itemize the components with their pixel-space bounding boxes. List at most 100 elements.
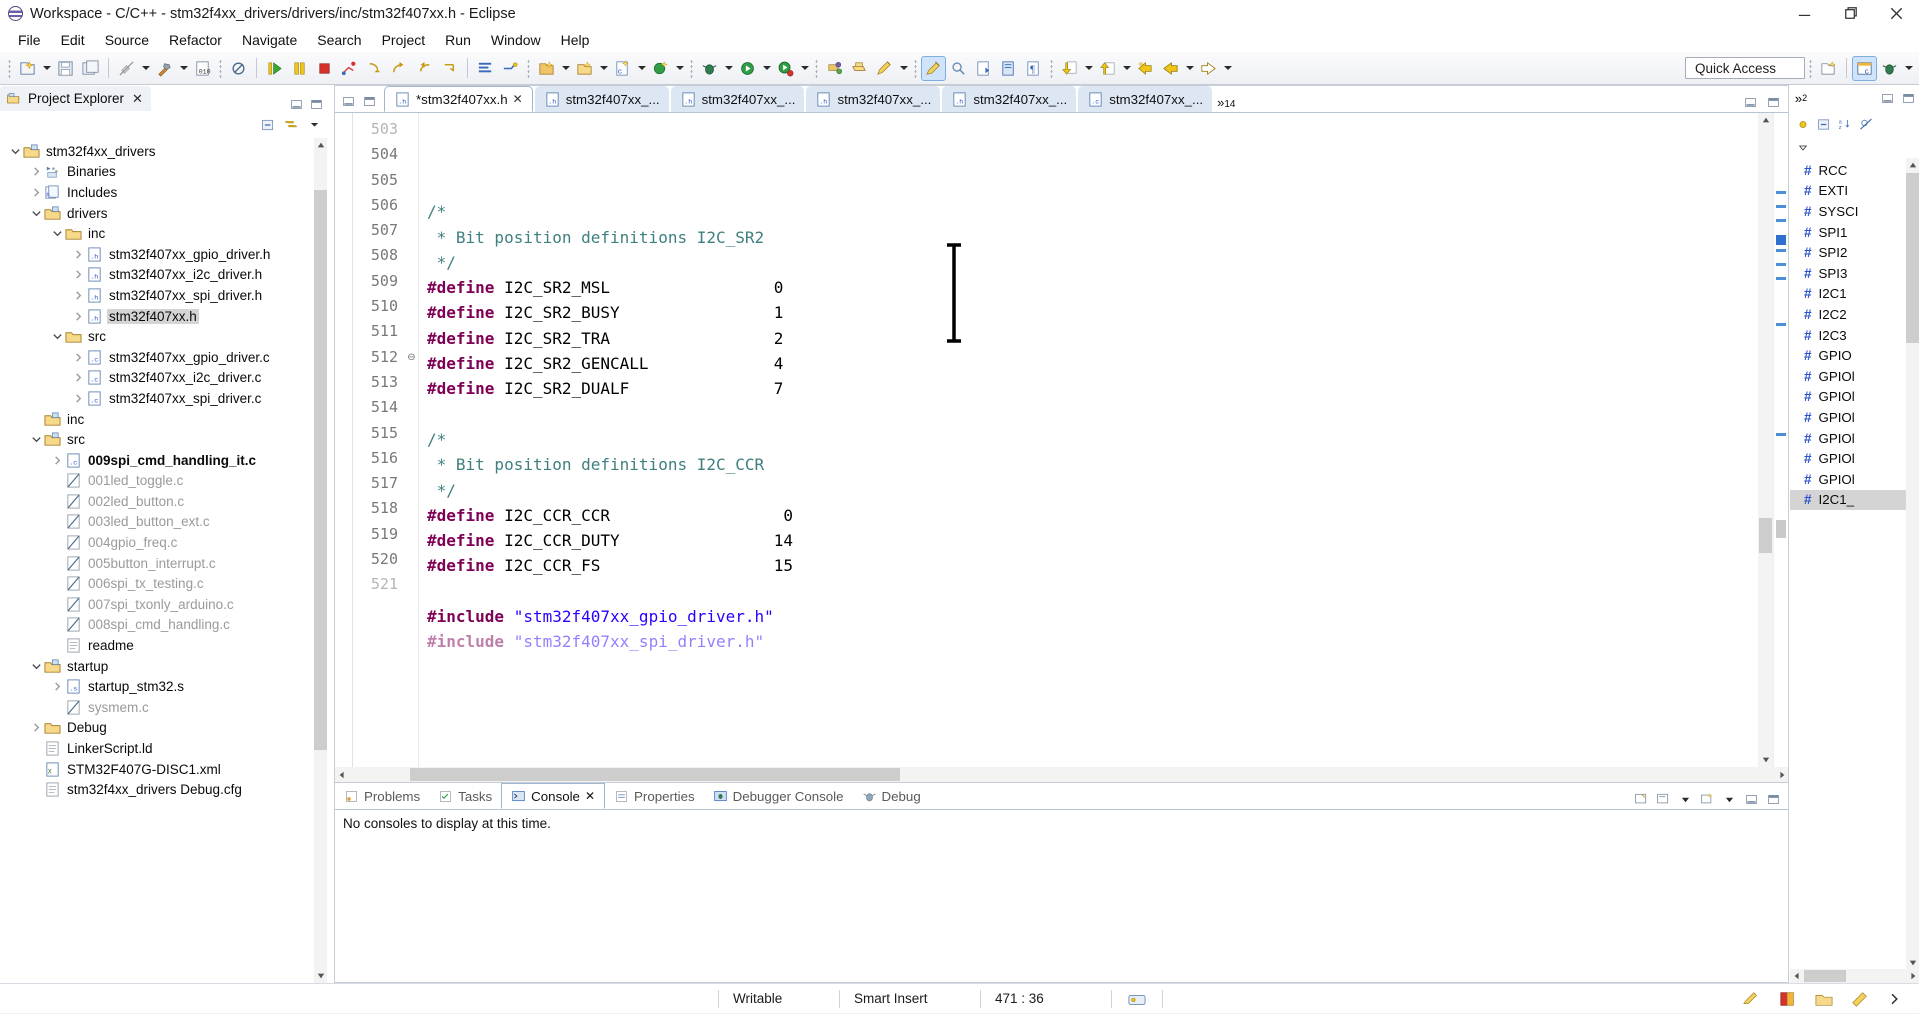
marker-icon[interactable] xyxy=(921,55,946,81)
new-folder-icon[interactable] xyxy=(572,56,597,81)
run-external-icon[interactable] xyxy=(773,56,798,81)
chevron-right-icon[interactable] xyxy=(71,249,86,260)
tree-item[interactable]: .h stm32f407xx_i2c_driver.h xyxy=(0,265,329,286)
editor-scroll-down-icon[interactable] xyxy=(1758,753,1773,767)
console-tab[interactable]: Debug xyxy=(853,783,930,809)
new-source-dropdown-icon[interactable] xyxy=(673,56,686,80)
outline-item[interactable]: # GPIOl xyxy=(1790,407,1919,428)
tab-project-explorer[interactable]: Project Explorer ✕ xyxy=(0,86,151,111)
tree-item[interactable]: LinkerScript.ld xyxy=(0,738,329,759)
outline-scroll-up-icon[interactable] xyxy=(1906,158,1919,171)
chevron-down-icon[interactable] xyxy=(29,661,44,672)
build-hammer-dropdown-icon[interactable] xyxy=(177,56,190,80)
minimize-button[interactable] xyxy=(1781,0,1827,28)
outline-item[interactable]: # I2C2 xyxy=(1790,304,1919,325)
save-all-icon[interactable] xyxy=(78,56,103,81)
tree-item[interactable]: 008spi_cmd_handling.c xyxy=(0,615,329,636)
new-wizard-dropdown-icon[interactable] xyxy=(40,56,53,80)
editor-marker-ruler[interactable] xyxy=(335,113,353,767)
tree-item[interactable]: 001led_toggle.c xyxy=(0,471,329,492)
save-icon[interactable] xyxy=(53,56,78,81)
align-icon[interactable] xyxy=(473,56,498,81)
terminate-icon[interactable] xyxy=(312,56,337,81)
outline-vertical-scrollbar[interactable] xyxy=(1906,158,1919,969)
tree-item[interactable]: readme xyxy=(0,635,329,656)
toolbar-grip-6[interactable] xyxy=(912,58,919,78)
chevron-down-icon[interactable] xyxy=(8,146,23,157)
debug-dropdown-icon[interactable] xyxy=(722,56,735,80)
project-tree[interactable]: stm32f4xx_drivers Binaries h Includes driver… xyxy=(0,138,329,983)
new-class-icon[interactable]: c xyxy=(610,56,635,81)
hscroll-right-icon[interactable] xyxy=(1775,768,1788,781)
status-pen-icon[interactable] xyxy=(1739,989,1765,1009)
new-folder-dropdown-icon[interactable] xyxy=(597,56,610,80)
status-book-icon[interactable] xyxy=(1775,989,1801,1009)
menu-project[interactable]: Project xyxy=(372,30,436,50)
next-annotation-icon[interactable] xyxy=(971,56,996,81)
build-disabled-icon[interactable] xyxy=(114,56,139,81)
editor-vertical-scrollbar[interactable] xyxy=(1758,113,1773,767)
outline-view-menu-icon[interactable] xyxy=(1796,141,1810,155)
outline-maximize-icon[interactable] xyxy=(1901,91,1915,105)
chevron-right-icon[interactable] xyxy=(71,372,86,383)
outline-item[interactable]: # GPIOl xyxy=(1790,469,1919,490)
run-dropdown-icon[interactable] xyxy=(760,56,773,80)
menu-window[interactable]: Window xyxy=(481,30,551,50)
new-wizard-icon[interactable] xyxy=(15,56,40,81)
tree-item[interactable]: 004gpio_freq.c xyxy=(0,532,329,553)
build-hammer-icon[interactable] xyxy=(152,56,177,81)
editor-horizontal-scrollbar[interactable] xyxy=(335,767,1788,782)
editor-tab-overflow[interactable]: » 14 xyxy=(1214,95,1238,112)
scroll-down-icon[interactable] xyxy=(314,969,327,983)
folding-ruler[interactable]: ⊖ xyxy=(405,113,419,767)
outline-focus-icon[interactable] xyxy=(1796,118,1810,132)
editor-restore-icon[interactable] xyxy=(1743,95,1757,109)
tree-item[interactable]: .h stm32f407xx_spi_driver.h xyxy=(0,285,329,306)
outline-item[interactable]: # GPIOl xyxy=(1790,428,1919,449)
tree-item[interactable]: stm32f4xx_drivers xyxy=(0,141,329,162)
tree-item[interactable]: inc xyxy=(0,223,329,244)
editor-maximize2-icon[interactable] xyxy=(1766,95,1780,109)
editor-tab[interactable]: .h stm32f407xx_... xyxy=(670,86,805,112)
menu-edit[interactable]: Edit xyxy=(51,30,95,50)
outline-sort-icon[interactable]: az xyxy=(1838,118,1852,132)
back-icon[interactable] xyxy=(1158,56,1183,81)
open-type-icon[interactable] xyxy=(847,56,872,81)
bookmark-icon[interactable] xyxy=(1095,56,1120,81)
console-maximize-icon[interactable] xyxy=(1766,792,1780,806)
tree-item[interactable]: drivers xyxy=(0,203,329,224)
chevron-right-icon[interactable] xyxy=(71,269,86,280)
editor-minimize-icon[interactable] xyxy=(341,94,355,108)
chevron-right-icon[interactable] xyxy=(71,290,86,301)
profile-icon[interactable] xyxy=(822,56,847,81)
menu-navigate[interactable]: Navigate xyxy=(232,30,307,50)
console-tab[interactable]: Properties xyxy=(605,783,704,809)
chevron-right-icon[interactable] xyxy=(50,455,65,466)
outline-hscroll-left-icon[interactable] xyxy=(1790,970,1803,983)
scroll-up-icon[interactable] xyxy=(314,138,327,152)
new-class-dropdown-icon[interactable] xyxy=(635,56,648,80)
minimize-view-icon[interactable] xyxy=(289,97,303,111)
outline-hscroll-right-icon[interactable] xyxy=(1906,970,1919,983)
outline-hide-fields-icon[interactable] xyxy=(1859,118,1873,132)
new-c-project-icon[interactable] xyxy=(534,56,559,81)
console-new-dropdown-icon[interactable] xyxy=(1722,792,1736,806)
back-to-icon[interactable] xyxy=(1133,56,1158,81)
step-over-icon[interactable] xyxy=(387,56,412,81)
step-return-icon[interactable] xyxy=(412,56,437,81)
menu-file[interactable]: File xyxy=(8,30,51,50)
chevron-right-icon[interactable] xyxy=(71,352,86,363)
chevron-down-icon[interactable] xyxy=(29,208,44,219)
last-edit-dropdown-icon[interactable] xyxy=(1082,56,1095,80)
step-into-icon[interactable] xyxy=(362,56,387,81)
outline-item[interactable]: # EXTI xyxy=(1790,181,1919,202)
chevron-down-icon[interactable] xyxy=(50,228,65,239)
drop-to-frame-icon[interactable] xyxy=(437,56,462,81)
outline-minimize-icon[interactable] xyxy=(1880,91,1894,105)
new-source-icon[interactable] xyxy=(648,56,673,81)
close-button[interactable] xyxy=(1873,0,1919,28)
tree-item[interactable]: 005button_interrupt.c xyxy=(0,553,329,574)
editor-scroll-up-icon[interactable] xyxy=(1758,113,1773,127)
outline-item[interactable]: # GPIOl xyxy=(1790,387,1919,408)
explorer-vertical-scrollbar[interactable] xyxy=(314,138,327,983)
